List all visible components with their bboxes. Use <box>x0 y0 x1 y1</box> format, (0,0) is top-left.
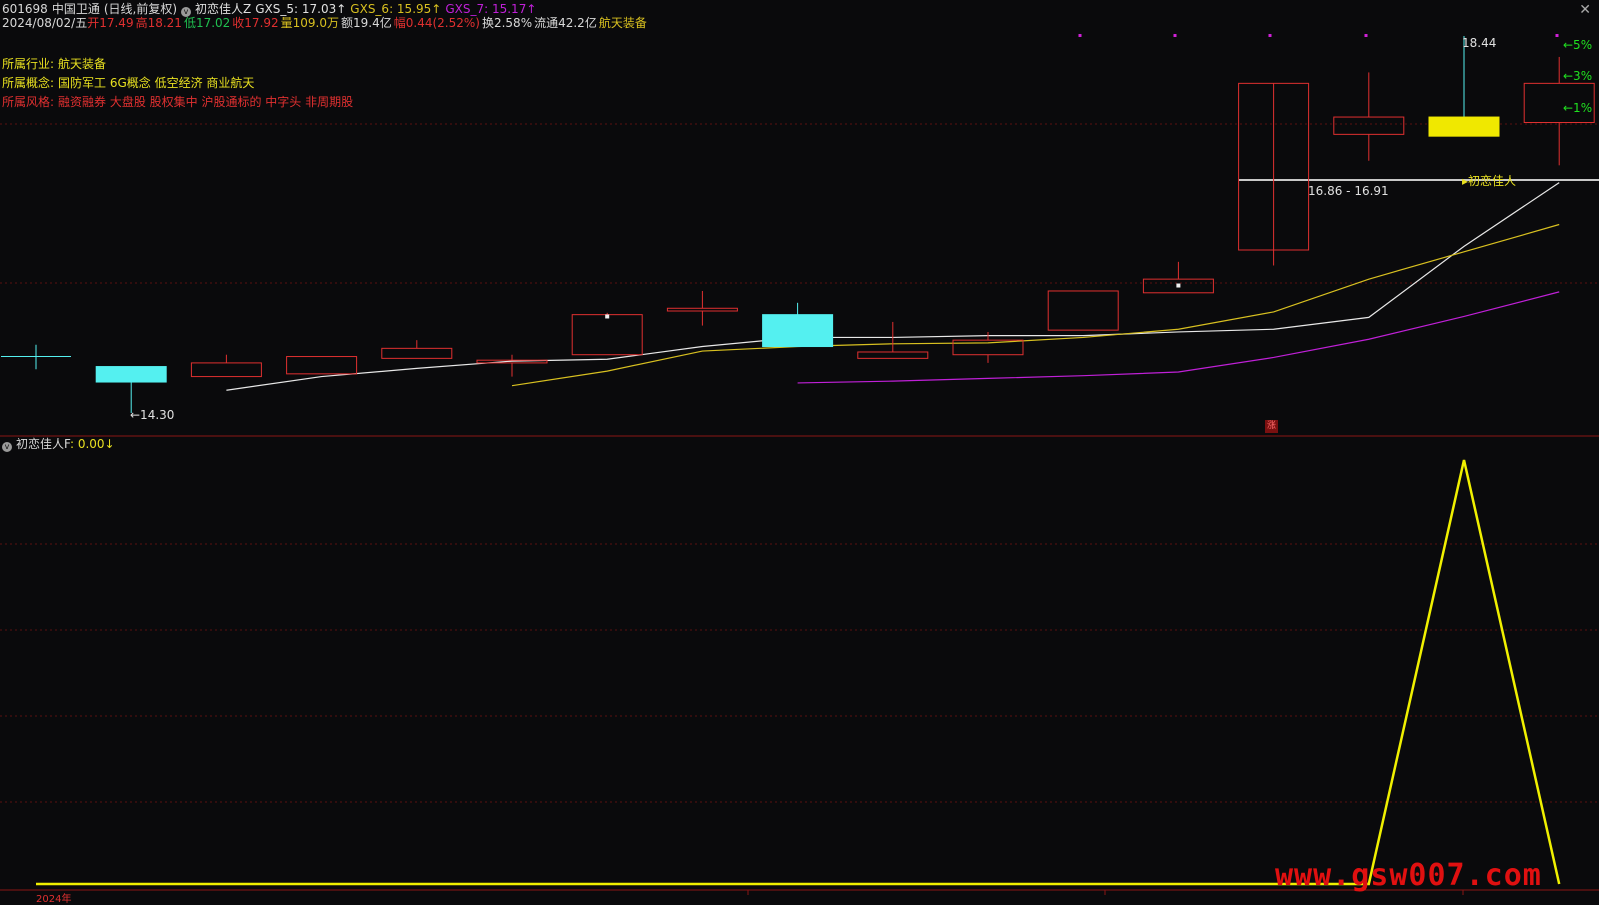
marker-dot <box>1173 34 1177 37</box>
industry-value: 航天装备 <box>58 57 107 71</box>
industry-row: 所属行业: 航天装备 <box>2 57 110 71</box>
quote-high: 高18.21 <box>135 16 182 30</box>
signal-label: ▸初恋佳人 <box>1462 174 1517 188</box>
low-price-marker: ←14.30 <box>130 408 175 422</box>
signal-subchart <box>36 459 1561 886</box>
style-value: 融资融券 大盘股 股权集中 沪股通标的 中字头 非周期股 <box>58 95 354 109</box>
candle-body <box>762 314 834 348</box>
candle <box>381 340 453 359</box>
close-icon[interactable]: ✕ <box>1579 2 1591 18</box>
stock-name: 中国卫通 <box>51 2 100 16</box>
signal-line <box>36 459 1561 886</box>
doji-marker <box>1176 283 1181 288</box>
concept-row: 所属概念: 国防军工 6G概念 低空经济 商业航天 <box>2 76 258 90</box>
style-label: 所属风格: <box>2 95 55 109</box>
sub-indicator-toggle-icon[interactable]: v <box>2 442 12 452</box>
candle <box>857 321 929 359</box>
concept-value: 国防军工 6G概念 低空经济 商业航天 <box>58 76 255 90</box>
candle-body <box>571 314 643 356</box>
candle <box>95 366 167 413</box>
candle <box>1428 36 1500 137</box>
doji-marker <box>605 314 610 319</box>
moving-averages <box>226 182 1560 391</box>
candle <box>762 302 834 348</box>
pct3-marker: ←3% <box>1563 69 1593 83</box>
quote-open: 开17.49 <box>87 16 134 30</box>
candle-body <box>286 356 358 375</box>
marker-dot <box>1555 34 1559 37</box>
quote-low: 低17.02 <box>183 16 231 30</box>
gxs5-value: GXS_5: 17.03↑ <box>255 2 347 16</box>
quote-date: 2024/08/02/五 <box>2 16 88 30</box>
rise-badge: 涨 <box>1265 420 1278 433</box>
pct1-marker: ←1% <box>1563 101 1593 115</box>
candle <box>1 344 71 370</box>
quote-change: 幅0.44(2.52%) <box>393 16 480 30</box>
candle <box>1047 290 1119 331</box>
gxs5-line <box>226 182 1560 391</box>
marker-dot <box>1364 34 1368 37</box>
sub-indicator-name: 初恋佳人F <box>16 437 70 451</box>
candle <box>1333 72 1405 161</box>
candle <box>571 312 643 356</box>
quote-line: 2024/08/02/五开17.49 高18.21 低17.02 收17.92 量109… <box>2 16 651 30</box>
concept-label: 所属概念: <box>2 76 55 90</box>
indicator-name: 初恋佳人Z <box>195 2 252 16</box>
high-price-marker: 18.44 <box>1462 36 1497 50</box>
quote-turnover: 换2.58% <box>481 16 533 30</box>
chart-header: 601698 中国卫通 (日线,前复权) v 初恋佳人Z GXS_5: 17.03↑ GXS… <box>2 2 540 17</box>
candle-body <box>1333 116 1405 135</box>
candle-body <box>857 351 929 359</box>
candle-body <box>381 347 453 359</box>
watermark: www.gsw007.com <box>1275 858 1542 893</box>
sub-indicator-value: : 0.00↓ <box>69 437 115 451</box>
industry-label: 所属行业: <box>2 57 55 71</box>
pct5-marker: ←5% <box>1563 38 1593 52</box>
grid-lines <box>0 34 1599 895</box>
marker-dot <box>1268 34 1272 37</box>
candle-body <box>190 362 262 378</box>
candle-body <box>1047 290 1119 331</box>
candle <box>286 356 358 375</box>
candle-body <box>666 307 738 312</box>
candle <box>666 290 738 326</box>
gxs6-line <box>511 223 1560 387</box>
year-label: 2024年 <box>36 894 72 905</box>
stock-code: 601698 <box>2 2 48 16</box>
quote-close: 收17.92 <box>232 16 279 30</box>
candle-body <box>1428 116 1500 137</box>
quote-amount: 额19.4亿 <box>341 16 392 30</box>
quote-sector: 航天装备 <box>598 16 647 30</box>
candlesticks <box>1 36 1595 413</box>
zone-range-label: 16.86 - 16.91 <box>1308 184 1389 198</box>
quote-float-cap: 流通42.2亿 <box>534 16 597 30</box>
candle <box>476 354 548 377</box>
candle <box>1142 261 1214 294</box>
gxs7-value: GXS_7: 15.17↑ <box>445 2 537 16</box>
style-row: 所属风格: 融资融券 大盘股 股权集中 沪股通标的 中字头 非周期股 <box>2 95 357 109</box>
sub-header: v 初恋佳人F: 0.00↓ <box>2 437 119 452</box>
gxs6-value: GXS_6: 15.95↑ <box>350 2 442 16</box>
candle <box>190 354 262 378</box>
kline-chart-canvas[interactable] <box>0 0 1599 903</box>
quote-volume: 量109.0万 <box>280 16 340 30</box>
candle-body <box>95 366 167 383</box>
marker-dot <box>1078 34 1082 37</box>
period-mode: (日线,前复权) <box>103 2 178 16</box>
candle <box>1238 82 1310 266</box>
